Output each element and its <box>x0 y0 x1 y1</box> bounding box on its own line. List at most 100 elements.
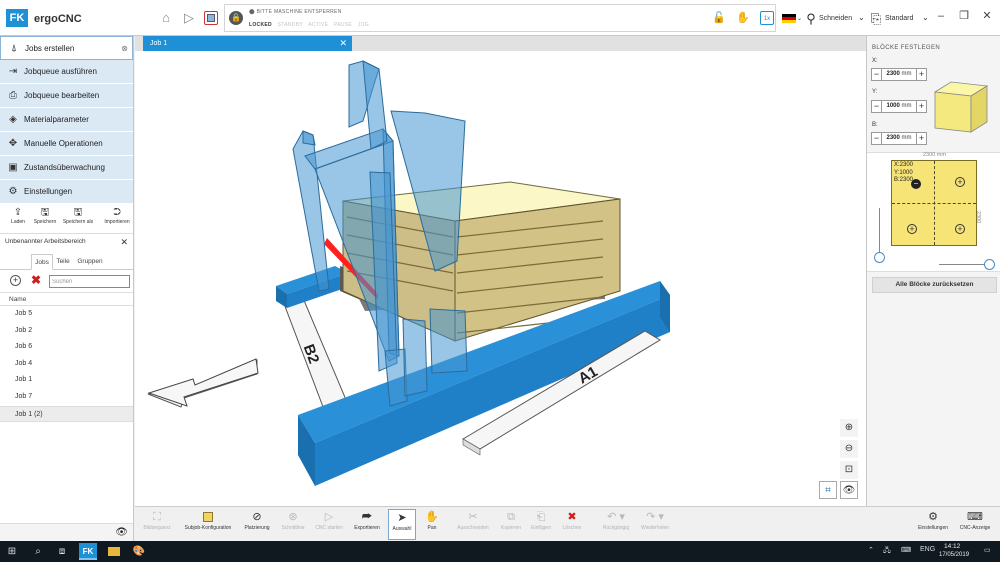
close-icon[interactable]: ✕ <box>980 9 994 23</box>
chevron-up-icon[interactable]: ⌃ <box>868 546 874 554</box>
network-icon[interactable]: 🖧 <box>883 546 891 557</box>
dim-x-value[interactable]: 2300 mm <box>882 69 916 80</box>
dim-y-value[interactable]: 1000 mm <box>882 101 916 112</box>
step-icon[interactable]: 1x <box>760 11 774 25</box>
language-indicator[interactable]: ENG <box>920 546 935 553</box>
frame-view-icon[interactable]: ⌗ <box>819 481 837 499</box>
tab-gruppen[interactable]: Gruppen <box>74 254 106 270</box>
tab-jobs[interactable]: Jobs <box>31 254 53 270</box>
minus-icon[interactable]: − <box>872 69 882 80</box>
list-item[interactable]: Job 1 <box>0 372 133 389</box>
save-button[interactable]: 🖫 Speichern <box>31 207 59 225</box>
delete-icon[interactable]: ✖ <box>31 273 41 287</box>
reset-blocks-button[interactable]: Alle Blöcke zurücksetzen <box>872 277 997 293</box>
zoom-fit-icon[interactable]: ⊡ <box>840 461 858 479</box>
chevron-down-icon[interactable]: ⌄ <box>797 15 802 22</box>
settings-button[interactable]: ⚙ Einstellungen <box>909 509 957 531</box>
eye-icon[interactable]: 👁 <box>115 527 128 538</box>
task-view-icon[interactable]: ⧈ <box>55 545 69 558</box>
search-icon[interactable]: ⌕ <box>31 545 45 558</box>
plus-icon[interactable]: + <box>916 69 926 80</box>
search-input[interactable] <box>49 275 130 288</box>
close-icon[interactable]: ✕ <box>339 36 347 51</box>
app-logo: FK <box>6 9 28 27</box>
pan-button[interactable]: ✋ Pan <box>419 509 445 531</box>
notifications-icon[interactable]: ▭ <box>984 546 991 554</box>
stop-button[interactable] <box>204 11 218 25</box>
unlock-icon[interactable]: 🔓 <box>712 11 726 25</box>
list-item[interactable]: Job 2 <box>0 323 133 340</box>
nav-jobqueue-bearbeiten[interactable]: ⎙ Jobqueue bearbeiten <box>0 84 133 108</box>
block-grid[interactable]: X:2300 Y:1000 B:2300 − + + + <box>891 160 977 246</box>
horizontal-slider-handle[interactable] <box>984 259 995 270</box>
dim-y-stepper[interactable]: − 1000 mm + <box>871 100 927 113</box>
add-block-icon[interactable]: + <box>907 224 917 234</box>
dim-b-stepper[interactable]: − 2300 mm + <box>871 132 927 145</box>
nav-materialparameter[interactable]: ◈ Materialparameter <box>0 108 133 132</box>
column-header-name[interactable]: Name <box>0 292 133 306</box>
select-button[interactable]: ➤ Auswahl <box>388 509 416 540</box>
nav-jobqueue-ausfuehren[interactable]: ⇥ Jobqueue ausführen <box>0 60 133 84</box>
list-item[interactable]: Job 7 <box>0 389 133 406</box>
cursor-icon: ➤ <box>397 512 407 524</box>
zoom-in-icon[interactable]: ⊕ <box>840 419 858 437</box>
nav-jobs-erstellen[interactable]: ⍋ Jobs erstellen ⊗ <box>0 36 133 60</box>
list-item[interactable]: Job 4 <box>0 356 133 373</box>
profile-selector[interactable]: Standard <box>885 15 913 22</box>
nav-zustandsueberwachung[interactable]: ▣ Zustandsüberwachung <box>0 156 133 180</box>
chevron-down-icon[interactable]: ⌄ <box>858 13 865 22</box>
play-icon[interactable]: ▷ <box>181 10 197 26</box>
state-jog: JOG <box>357 22 369 28</box>
list-item[interactable]: Job 6 <box>0 339 133 356</box>
3d-viewport[interactable]: B2 A1 ⊕ ⊖ ⊡ ⌗ 👁 <box>135 51 866 506</box>
tab-teile[interactable]: Teile <box>55 254 71 270</box>
vertical-slider-handle[interactable] <box>874 252 885 263</box>
minus-icon[interactable]: − <box>872 101 882 112</box>
tab-job-1[interactable]: Job 1 ✕ <box>143 36 352 51</box>
file-explorer-icon[interactable] <box>108 547 120 556</box>
add-block-icon[interactable]: + <box>955 177 965 187</box>
import-button[interactable]: ⮊ Importieren <box>101 207 133 225</box>
delete-button[interactable]: ✖ Löschen <box>548 509 596 531</box>
film-button[interactable]: ⛶ Bildsequenz <box>133 509 181 531</box>
plus-icon[interactable]: + <box>916 101 926 112</box>
plus-icon[interactable]: + <box>916 133 926 144</box>
language-flag-icon[interactable] <box>782 14 796 23</box>
list-item-selected[interactable]: Job 1 (2) <box>0 405 133 423</box>
redo-button[interactable]: ↷ ▾ Wiederholen <box>631 509 679 531</box>
minimize-icon[interactable]: – <box>934 9 948 23</box>
keyboard-icon[interactable]: ⌨ <box>901 546 911 554</box>
home-icon[interactable]: ⌂ <box>158 10 174 26</box>
subjob-config-button[interactable]: Subjob-Konfiguration <box>180 509 236 531</box>
windows-start-icon[interactable]: ⊞ <box>5 545 19 558</box>
ergocnc-taskbar-icon[interactable]: FK <box>79 543 97 560</box>
dim-b-value[interactable]: 2300 mm <box>882 133 916 144</box>
eye-icon[interactable]: 👁 <box>840 481 858 499</box>
close-icon[interactable]: ⊗ <box>121 37 128 61</box>
paint-icon[interactable]: 🎨 <box>132 545 146 558</box>
clock-time[interactable]: 14:12 <box>944 543 960 550</box>
load-button[interactable]: ⇪ Laden <box>4 207 32 225</box>
nav-einstellungen[interactable]: ⚙ Einstellungen <box>0 180 133 204</box>
mode-selector[interactable]: Schneiden <box>819 15 852 22</box>
nav-manuelle-operationen[interactable]: ✥ Manuelle Operationen <box>0 132 133 156</box>
cnc-display-button[interactable]: ⌨ CNC-Anzeige <box>951 509 999 531</box>
nav-label: Jobqueue ausführen <box>24 67 97 76</box>
chevron-down-icon[interactable]: ⌄ <box>922 13 929 22</box>
clock-date[interactable]: 17/05/2019 <box>939 552 969 558</box>
add-block-icon[interactable]: + <box>955 224 965 234</box>
move-icon: ✥ <box>8 138 18 149</box>
restore-icon[interactable]: ❐ <box>957 9 971 23</box>
minus-icon[interactable]: − <box>872 133 882 144</box>
export-button[interactable]: ⮫ Exportieren <box>343 509 391 531</box>
save-as-button[interactable]: 🖫 Speichern als <box>60 207 96 225</box>
list-item[interactable]: Job 5 <box>0 306 133 323</box>
remove-block-icon[interactable]: − <box>911 179 921 189</box>
hand-lock-icon[interactable]: ✋ <box>736 11 750 25</box>
zoom-out-icon[interactable]: ⊖ <box>840 440 858 458</box>
add-icon[interactable]: + <box>10 275 21 286</box>
dim-x-stepper[interactable]: − 2300 mm + <box>871 68 927 81</box>
lock-icon[interactable]: 🔒 <box>229 11 243 25</box>
close-icon[interactable]: ✕ <box>120 234 128 250</box>
nav-label: Jobs erstellen <box>25 44 75 53</box>
